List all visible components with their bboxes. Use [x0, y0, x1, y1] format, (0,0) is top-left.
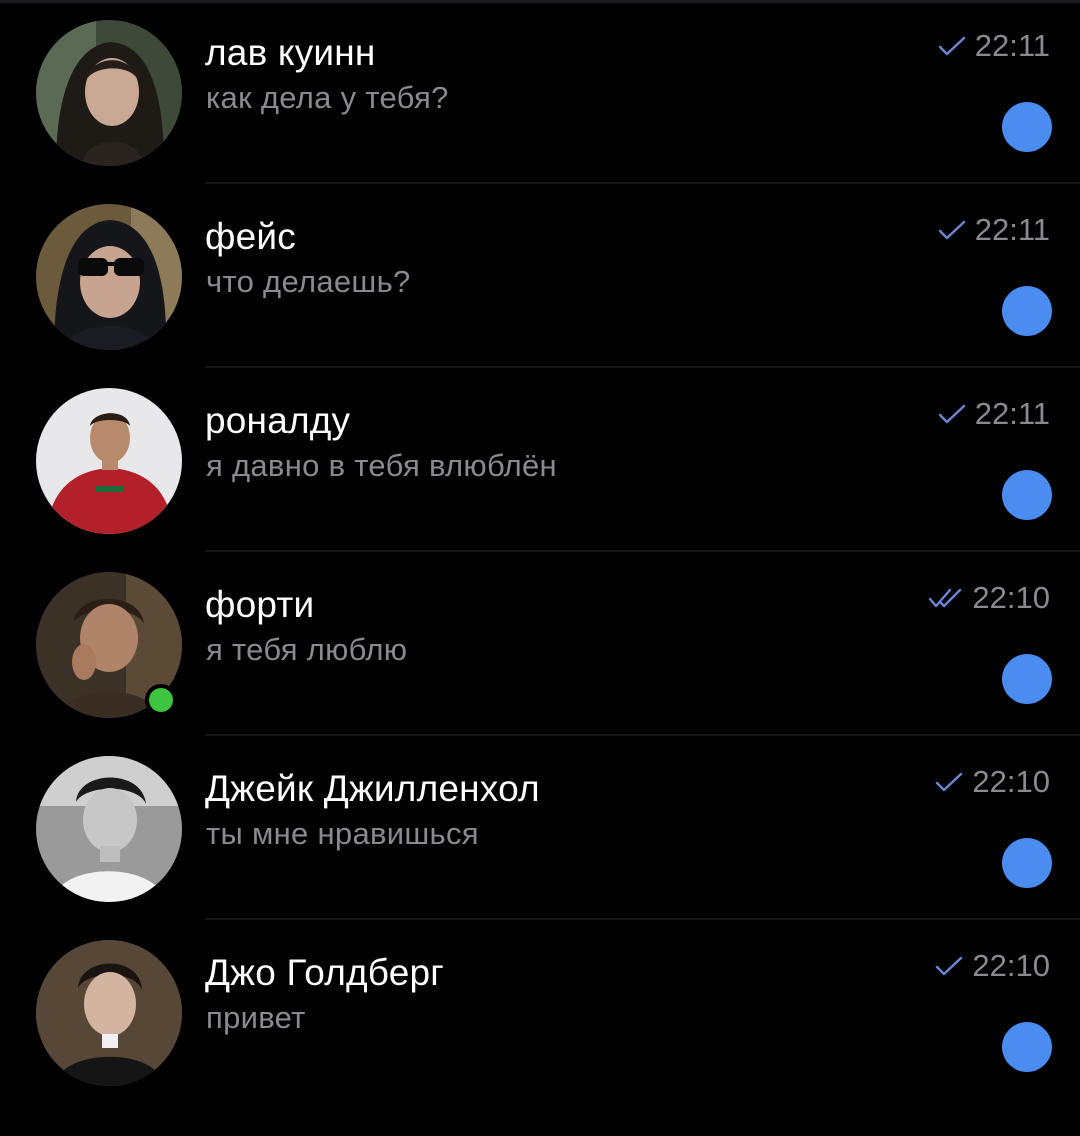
chat-preview: как дела у тебя? [206, 80, 449, 115]
chat-preview: ты мне нравишься [206, 816, 479, 851]
chat-preview: я тебя люблю [206, 632, 408, 667]
chat-meta: 22:10 [928, 580, 1050, 616]
avatar-0[interactable] [36, 20, 182, 166]
avatar-1[interactable] [36, 204, 182, 350]
unread-indicator [1002, 102, 1052, 152]
single-check-icon [938, 36, 965, 56]
chat-name: форти [205, 584, 315, 625]
chat-list: лав куинн как дела у тебя? 22:11 фейс чт… [0, 0, 1080, 1136]
single-check-icon [936, 956, 963, 976]
chat-preview: привет [206, 1000, 306, 1035]
chat-preview: что делаешь? [206, 264, 411, 299]
chat-time: 22:11 [974, 212, 1050, 247]
chat-time: 22:10 [972, 948, 1050, 983]
avatar-5[interactable] [36, 940, 182, 1086]
single-check-icon [938, 220, 965, 240]
chat-meta: 22:10 [934, 948, 1050, 984]
chat-row-4[interactable]: Джейк Джилленхол ты мне нравишься 22:10 [0, 736, 1080, 920]
online-status-dot [145, 684, 177, 716]
chat-name: Джо Голдберг [205, 952, 444, 993]
chat-time: 22:10 [972, 764, 1050, 799]
avatar-2[interactable] [36, 388, 182, 534]
chat-time: 22:10 [972, 580, 1050, 615]
chat-meta: 22:11 [937, 396, 1050, 432]
avatar-4[interactable] [36, 756, 182, 902]
chat-preview: я давно в тебя влюблён [206, 448, 557, 483]
chat-time: 22:11 [974, 28, 1050, 63]
chat-row-3[interactable]: форти я тебя люблю 22:10 [0, 552, 1080, 736]
chat-name: Джейк Джилленхол [205, 768, 540, 809]
chat-row-5[interactable]: Джо Голдберг привет 22:10 [0, 920, 1080, 1104]
unread-indicator [1002, 286, 1052, 336]
chat-name: лав куинн [205, 32, 376, 73]
single-check-icon [936, 772, 963, 792]
chat-name: роналду [205, 400, 351, 441]
chat-row-0[interactable]: лав куинн как дела у тебя? 22:11 [0, 0, 1080, 184]
chat-row-1[interactable]: фейс что делаешь? 22:11 [0, 184, 1080, 368]
chat-meta: 22:11 [937, 212, 1050, 248]
chat-name: фейс [205, 216, 296, 257]
chat-row-2[interactable]: роналду я давно в тебя влюблён 22:11 [0, 368, 1080, 552]
unread-indicator [1002, 1022, 1052, 1072]
unread-indicator [1002, 470, 1052, 520]
chat-meta: 22:10 [934, 764, 1050, 800]
unread-indicator [1002, 838, 1052, 888]
chat-meta: 22:11 [937, 28, 1050, 64]
chat-time: 22:11 [974, 396, 1050, 431]
single-check-icon [938, 404, 965, 424]
double-check-icon [929, 588, 962, 608]
unread-indicator [1002, 654, 1052, 704]
